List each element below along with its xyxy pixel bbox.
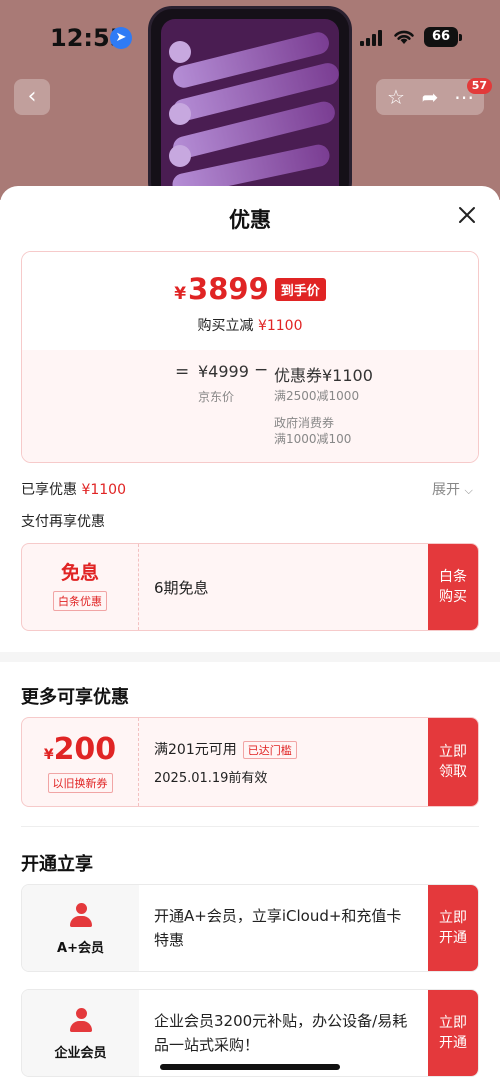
coupon-detail: 政府消费券 — [274, 416, 335, 430]
reduce-label: 购买立减 — [197, 318, 254, 334]
home-indicator — [160, 1064, 340, 1070]
pay-section-title: 支付再享优惠 — [21, 514, 105, 530]
coupon-desc: 6期免息 — [154, 578, 209, 597]
claim-coupon-button[interactable]: 立即领取 — [428, 718, 478, 806]
reduce-amount: ¥1100 — [257, 318, 303, 334]
activate-enterprise-button[interactable]: 立即开通 — [428, 990, 478, 1076]
share-icon[interactable]: ➦ — [413, 79, 447, 115]
jd-price-label: 京东价 — [198, 390, 235, 404]
cellular-signal-icon — [360, 30, 384, 46]
final-price-tag: 到手价 — [274, 277, 326, 301]
person-icon — [68, 903, 94, 929]
coupon-expiry: 2025.01.19前有效 — [154, 770, 268, 786]
coupon-total: 优惠券¥1100 — [274, 366, 373, 385]
membership-title: 开通立享 — [21, 854, 93, 875]
trade-in-coupon: ¥200 以旧换新券 满201元可用 已达门槛 2025.01.19前有效 立即领… — [21, 717, 479, 807]
divider — [21, 826, 479, 827]
price-breakdown-card: ¥3899 到手价 购买立减 ¥1100 = ¥4999 京东价 − 优惠券¥11… — [21, 251, 479, 463]
membership-card-a-plus: A+会员 开通A+会员，立享iCloud+和充值卡特惠 立即开通 — [21, 884, 479, 972]
coupon-detail: 满2500减1000 — [274, 389, 360, 403]
baitiao-buy-button[interactable]: 白条购买 — [428, 544, 478, 630]
member-desc: 开通A+会员，立享iCloud+和充值卡特惠 — [154, 907, 402, 949]
location-arrow-icon: ➤ — [110, 27, 132, 49]
more-discounts-title: 更多可享优惠 — [21, 687, 129, 708]
minus-sign: − — [254, 360, 269, 380]
enjoyed-amount: ¥1100 — [81, 482, 126, 498]
coupon-tag: 白条优惠 — [53, 591, 107, 611]
enjoyed-discount: 已享优惠 ¥1100 — [21, 479, 126, 499]
coupon-amount: ¥200 — [43, 732, 117, 767]
threshold-reached-tag: 已达门槛 — [242, 740, 297, 759]
member-name: 企业会员 — [54, 1046, 107, 1061]
message-count-badge: 57 — [466, 78, 492, 94]
discount-sheet: 优惠 ¥3899 到手价 购买立减 ¥1100 = ¥4999 京东价 − 优惠券… — [0, 186, 500, 1083]
equals-sign: = — [175, 362, 190, 382]
close-icon[interactable] — [456, 204, 478, 226]
final-price: ¥3899 — [174, 272, 269, 306]
sheet-title: 优惠 — [229, 208, 271, 232]
chevron-down-icon: ⌵ — [464, 484, 473, 497]
reduce-row: 购买立减 ¥1100 — [22, 315, 478, 335]
jd-price: ¥4999 — [198, 362, 249, 381]
expand-toggle[interactable]: 展开 ⌵ — [432, 479, 473, 499]
member-desc: 企业会员3200元补贴，办公设备/易耗品一站式采购！ — [154, 1012, 408, 1054]
enjoyed-label: 已享优惠 — [21, 482, 77, 498]
chevron-left-icon: ‹ — [27, 84, 37, 109]
back-button[interactable]: ‹ — [14, 79, 50, 115]
expand-label: 展开 — [432, 482, 460, 498]
star-icon[interactable]: ☆ — [379, 79, 413, 115]
interest-free-coupon: 免息 白条优惠 6期免息 白条购买 — [21, 543, 479, 631]
member-name: A+会员 — [57, 941, 104, 956]
status-bar: 12:55 ➤ 66 — [0, 0, 500, 74]
person-icon — [68, 1008, 94, 1034]
wifi-icon — [394, 30, 414, 44]
section-divider — [0, 652, 500, 662]
coupon-detail: 满1000减100 — [274, 432, 352, 446]
battery-icon: 66 — [424, 27, 462, 47]
coupon-main: 免息 — [60, 562, 99, 584]
coupon-condition: 满201元可用 已达门槛 — [154, 739, 420, 759]
coupon-tag: 以旧换新券 — [47, 773, 113, 793]
activate-a-plus-button[interactable]: 立即开通 — [428, 885, 478, 971]
